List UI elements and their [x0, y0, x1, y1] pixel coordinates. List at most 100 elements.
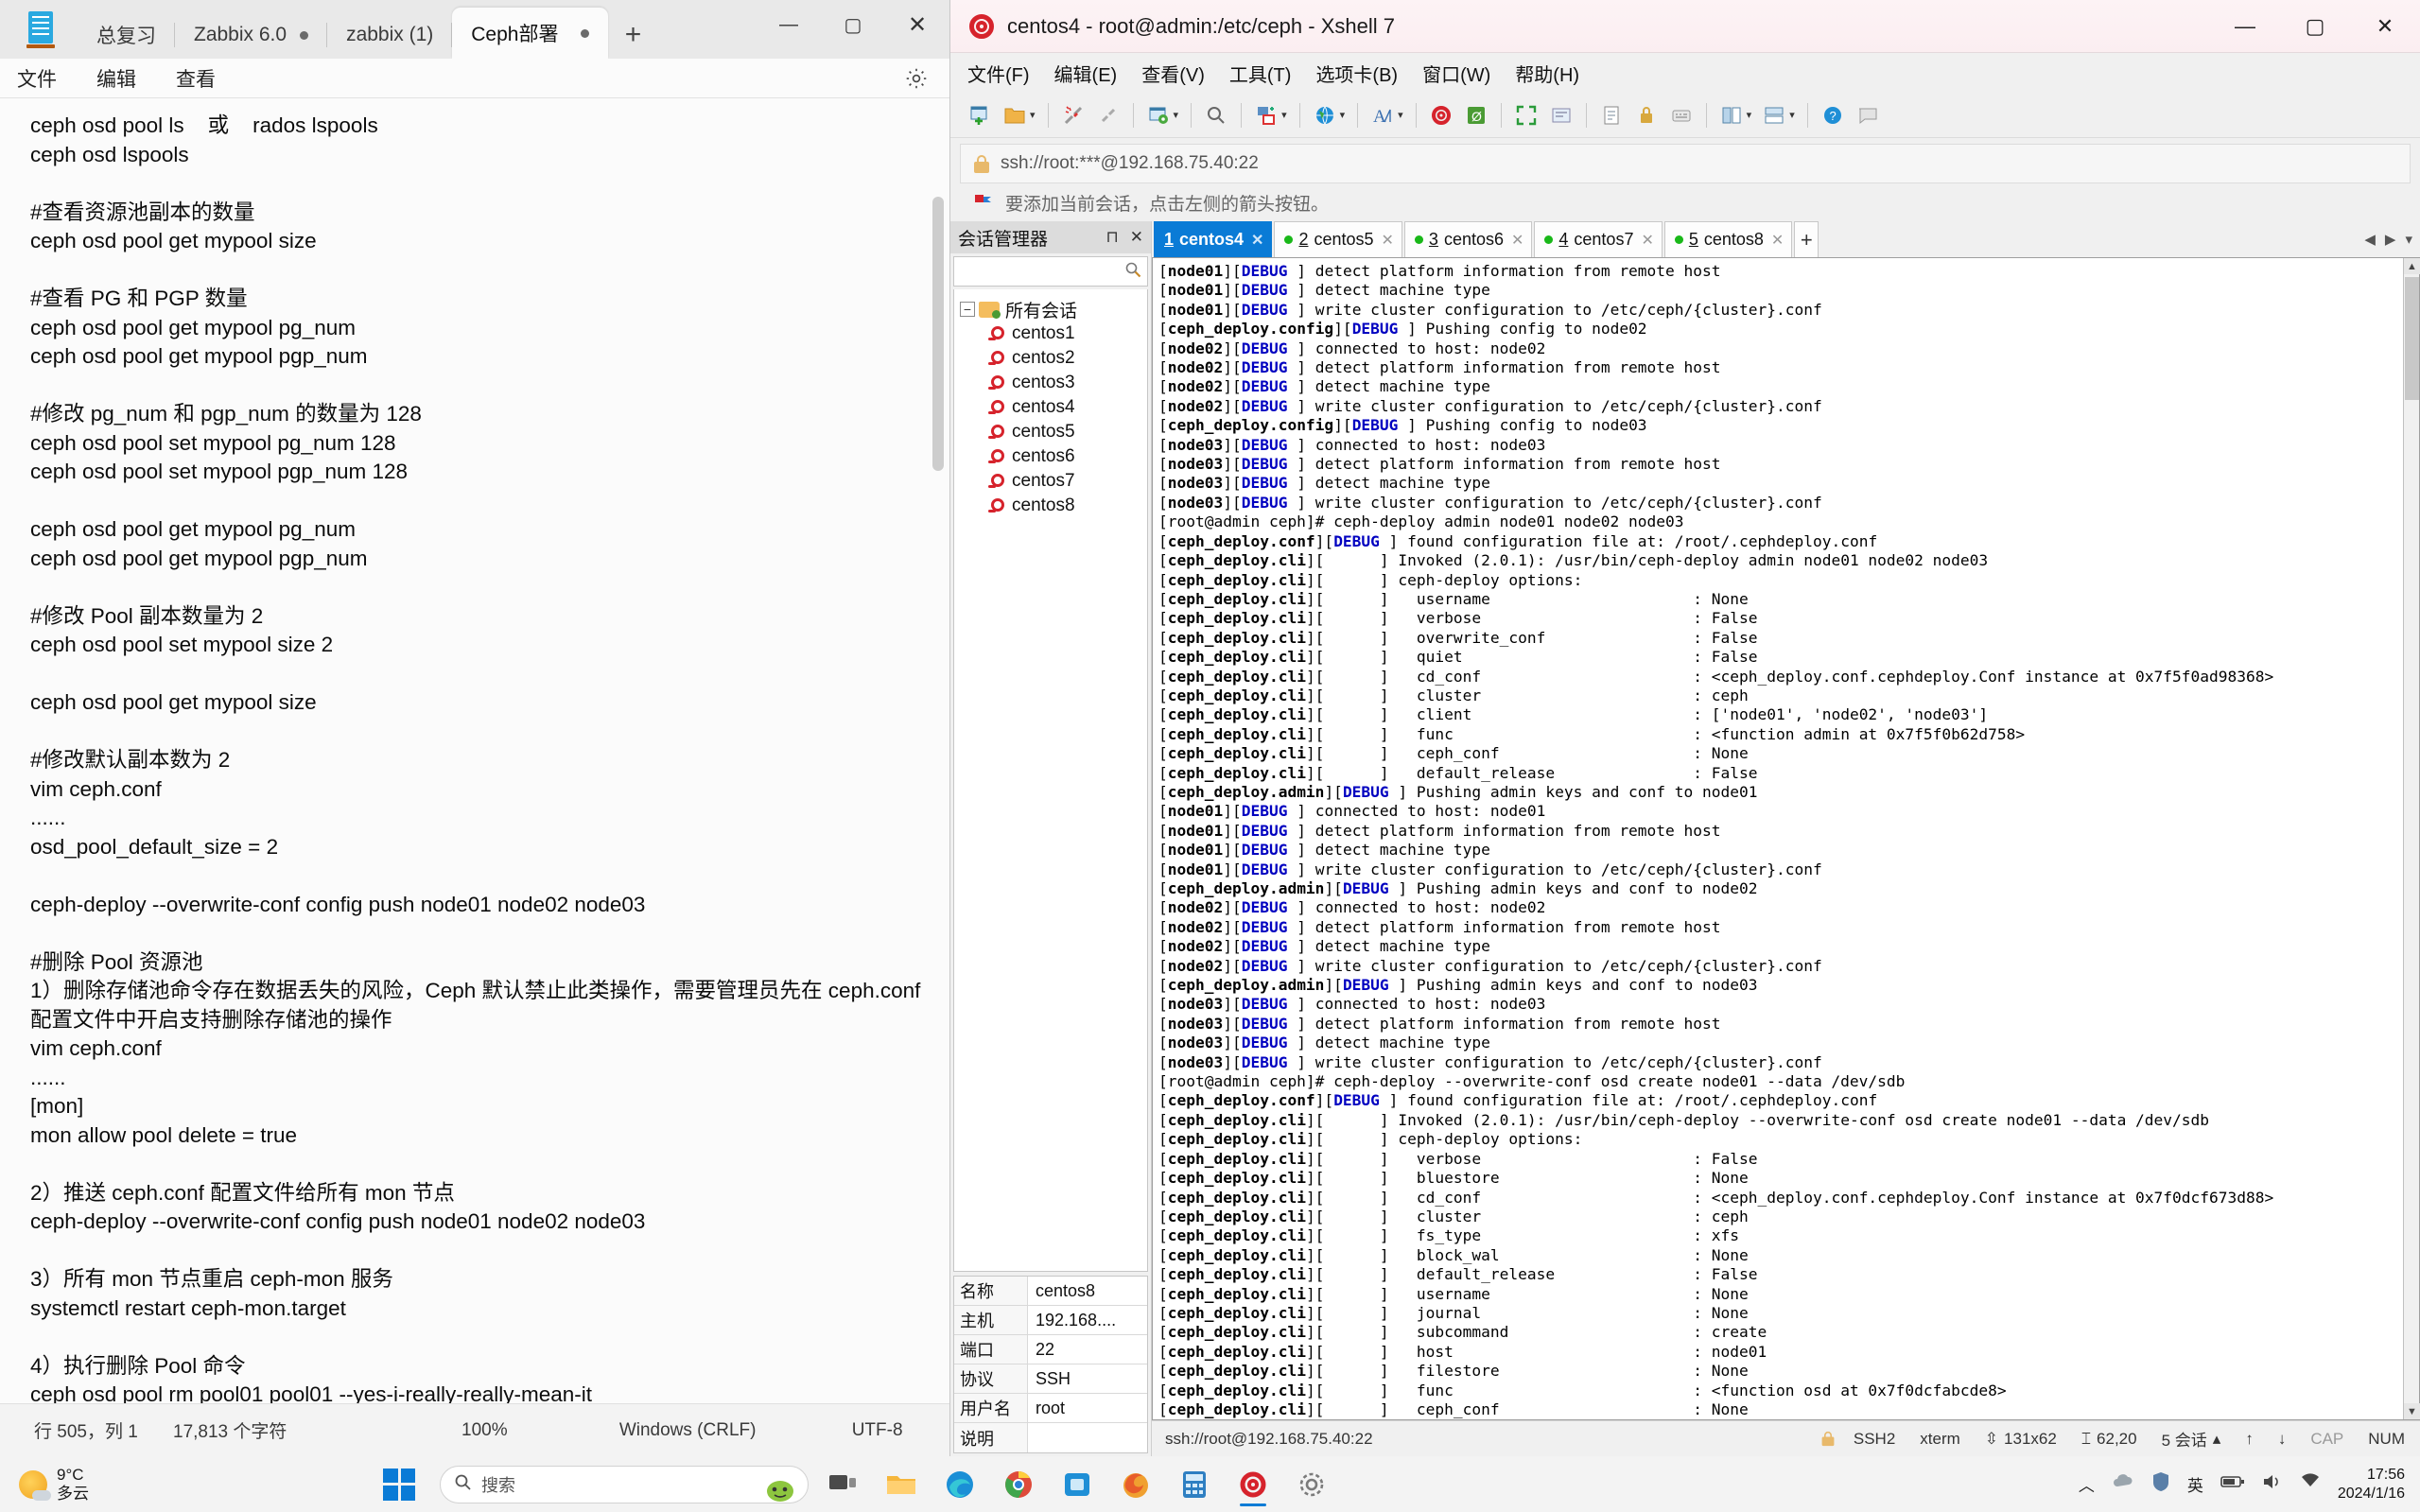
close-icon[interactable]: ✕	[1130, 228, 1143, 247]
fullscreen-icon[interactable]	[1510, 99, 1542, 131]
reconnect-icon[interactable]	[1092, 99, 1124, 131]
tab-prev-icon[interactable]: ◀	[2364, 231, 2376, 248]
task-view-icon[interactable]	[818, 1463, 867, 1506]
ime-indicator[interactable]: 英	[2187, 1472, 2203, 1496]
layout-icon[interactable]	[1715, 99, 1748, 131]
shield-icon[interactable]	[2151, 1471, 2170, 1497]
new-session-icon[interactable]	[964, 99, 996, 131]
cloud-icon[interactable]	[2112, 1473, 2134, 1495]
terminal-tab-centos4[interactable]: 1 centos4 ✕	[1154, 221, 1273, 257]
chevron-up-icon[interactable]: ▴	[2213, 1430, 2221, 1449]
session-tree[interactable]: − 所有会话 centos1 centos2 centos3 centos4 cento…	[953, 289, 1148, 1272]
tab-close-icon[interactable]: ✕	[1382, 231, 1394, 250]
file-explorer-icon[interactable]	[877, 1463, 926, 1506]
menu-tools[interactable]: 工具(T)	[1229, 60, 1292, 87]
open-folder-icon[interactable]	[999, 99, 1031, 131]
session-item-centos7[interactable]: centos7	[960, 469, 1147, 494]
notepad-text-area[interactable]: ceph osd pool ls 或 rados lspools ceph osd…	[0, 98, 949, 1403]
browser-icon[interactable]	[1309, 99, 1341, 131]
modified-dot-icon[interactable]	[581, 28, 590, 38]
menu-tabs[interactable]: 选项卡(B)	[1315, 60, 1398, 87]
settings-gear-icon[interactable]	[1287, 1463, 1336, 1506]
tab-close-icon[interactable]: ✕	[1511, 231, 1523, 250]
session-item-centos5[interactable]: centos5	[960, 420, 1147, 444]
tab-next-icon[interactable]: ▶	[2385, 231, 2396, 248]
terminal-scrollbar[interactable]: ▲ ▼	[2403, 258, 2420, 1419]
menu-edit[interactable]: 编辑(E)	[1054, 60, 1118, 87]
chevron-up-icon[interactable]: ︿	[2079, 1472, 2095, 1496]
menu-help[interactable]: 帮助(H)	[1515, 60, 1579, 87]
firefox-icon[interactable]	[1111, 1463, 1160, 1506]
scroll-up-icon[interactable]: ▲	[2404, 258, 2420, 274]
new-tab-button[interactable]: +	[608, 11, 657, 59]
network-icon[interactable]	[2300, 1473, 2321, 1495]
maximize-button[interactable]: ▢	[821, 0, 885, 49]
menu-view[interactable]: 查看(V)	[1141, 60, 1205, 87]
session-item-centos4[interactable]: centos4	[960, 395, 1147, 420]
taskbar-clock[interactable]: 17:56 2024/1/16	[2338, 1466, 2405, 1503]
notepad-tab-2[interactable]: zabbix (1)	[327, 11, 453, 59]
menu-file[interactable]: 文件(F)	[967, 60, 1030, 87]
vmware-icon[interactable]	[1053, 1463, 1102, 1506]
status-sessions[interactable]: 5 会话	[2162, 1427, 2207, 1451]
windows-start-icon[interactable]	[383, 1468, 415, 1501]
compose-bar-icon[interactable]	[1545, 99, 1577, 131]
line-ending[interactable]: Windows (CRLF)	[570, 1420, 805, 1441]
menu-window[interactable]: 窗口(W)	[1422, 60, 1490, 87]
tab-nav-controls[interactable]: ◀ ▶ ▾	[2364, 221, 2420, 257]
session-properties-icon[interactable]	[1142, 99, 1175, 131]
hotkey-icon[interactable]	[1665, 99, 1697, 131]
terminal-tab-centos5[interactable]: 2 centos5 ✕	[1274, 221, 1402, 257]
log-icon[interactable]	[1595, 99, 1628, 131]
tab-list-icon[interactable]: ▾	[2405, 231, 2412, 248]
calculator-icon[interactable]	[1170, 1463, 1219, 1506]
tab-close-icon[interactable]: ✕	[1771, 231, 1784, 250]
terminal-output[interactable]: [node01][DEBUG ] detect platform informa…	[1153, 258, 2403, 1419]
terminal-tab-centos7[interactable]: 4 centos7 ✕	[1534, 221, 1663, 257]
chrome-browser-icon[interactable]	[994, 1463, 1043, 1506]
pin-icon[interactable]: ⊓	[1106, 228, 1118, 247]
close-button[interactable]: ✕	[885, 0, 949, 49]
terminal-tab-centos8[interactable]: 5 centos8 ✕	[1663, 221, 1793, 257]
notepad-scrollbar[interactable]	[932, 197, 944, 1403]
address-bar[interactable]: ssh://root:***@192.168.75.40:22	[960, 144, 2411, 183]
xftp-icon[interactable]: Ø	[1460, 99, 1492, 131]
find-icon[interactable]	[1200, 99, 1232, 131]
tab-close-icon[interactable]: ✕	[1251, 231, 1263, 250]
battery-icon[interactable]	[2220, 1474, 2245, 1494]
close-button[interactable]: ✕	[2350, 0, 2420, 53]
session-item-centos3[interactable]: centos3	[960, 371, 1147, 395]
menu-file[interactable]: 文件	[17, 64, 57, 93]
session-item-centos2[interactable]: centos2	[960, 346, 1147, 371]
session-item-centos8[interactable]: centos8	[960, 494, 1147, 518]
notepad-tab-0[interactable]: 总复习	[78, 11, 175, 59]
encoding[interactable]: UTF-8	[805, 1420, 949, 1441]
help-icon[interactable]: ?	[1817, 99, 1849, 131]
font-icon[interactable]: A	[1367, 99, 1399, 131]
gear-icon[interactable]	[904, 66, 929, 91]
menu-view[interactable]: 查看	[176, 64, 216, 93]
transfer-file-icon[interactable]	[1250, 99, 1282, 131]
xshell-icon[interactable]	[1425, 99, 1457, 131]
notepad-tab-1[interactable]: Zabbix 6.0	[175, 11, 328, 59]
chevron-down-icon[interactable]: ▾	[1789, 109, 1795, 121]
arrange-icon[interactable]	[1758, 99, 1790, 131]
session-item-centos6[interactable]: centos6	[960, 444, 1147, 469]
session-search-input[interactable]	[953, 256, 1148, 287]
tab-close-icon[interactable]: ✕	[1641, 231, 1653, 250]
volume-icon[interactable]	[2262, 1473, 2283, 1495]
zoom-level[interactable]: 100%	[399, 1420, 570, 1441]
chat-icon[interactable]	[1852, 99, 1884, 131]
lock-icon[interactable]	[1630, 99, 1663, 131]
scroll-down-icon[interactable]: ▼	[2404, 1403, 2420, 1419]
terminal-tab-centos6[interactable]: 3 centos6 ✕	[1403, 221, 1533, 257]
xshell-icon[interactable]	[1228, 1463, 1278, 1506]
collapse-toggle-icon[interactable]: −	[960, 302, 975, 317]
session-item-centos1[interactable]: centos1	[960, 322, 1147, 346]
notepad-tab-3-active[interactable]: Ceph部署	[452, 8, 609, 59]
weather-widget[interactable]: 9°C 多云	[0, 1466, 218, 1503]
search-input[interactable]: 搜索	[440, 1465, 809, 1503]
menu-edit[interactable]: 编辑	[96, 64, 136, 93]
disconnect-icon[interactable]	[1057, 99, 1089, 131]
minimize-button[interactable]: —	[2210, 0, 2280, 53]
